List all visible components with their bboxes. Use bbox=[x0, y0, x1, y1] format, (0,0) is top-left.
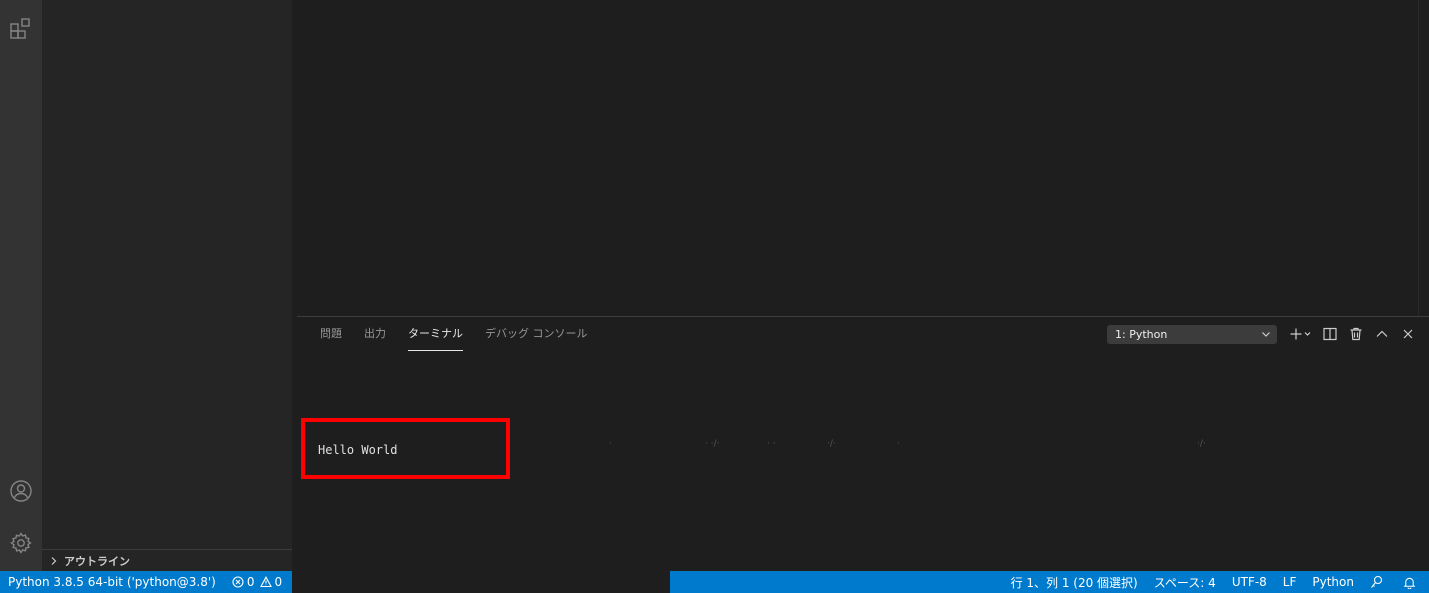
plus-icon bbox=[1290, 328, 1311, 340]
python-interpreter-status[interactable]: Python 3.8.5 64-bit ('python@3.8') bbox=[0, 571, 224, 593]
terminal-select[interactable]: 1: Python bbox=[1107, 324, 1277, 344]
language-mode-status[interactable]: Python bbox=[1304, 571, 1362, 593]
panel-tabs: 問題 出力 ターミナル デバッグ コンソール bbox=[309, 317, 599, 351]
tab-terminal[interactable]: ターミナル bbox=[397, 317, 474, 351]
encoding-status[interactable]: UTF-8 bbox=[1224, 571, 1275, 593]
new-terminal-button[interactable] bbox=[1285, 323, 1317, 345]
panel-actions: 1: Python bbox=[1107, 317, 1421, 351]
tab-problems[interactable]: 問題 bbox=[309, 317, 353, 351]
cursor-position-status[interactable]: 行 1、列 1 (20 個選択) bbox=[1003, 571, 1146, 593]
error-count: 0 bbox=[246, 575, 255, 589]
editor-area[interactable] bbox=[297, 0, 1429, 316]
sidebar: アウトライン bbox=[42, 0, 292, 571]
warning-count: 0 bbox=[274, 575, 283, 589]
status-bar-gap bbox=[292, 571, 670, 593]
terminal-artifact: · ·/· bbox=[705, 439, 720, 449]
activity-bar bbox=[0, 0, 42, 571]
close-panel-button[interactable] bbox=[1395, 323, 1421, 345]
problems-status[interactable]: 0 0 bbox=[224, 571, 290, 593]
chevron-right-icon bbox=[46, 553, 62, 569]
terminal-artifact: ·/· bbox=[827, 439, 836, 449]
status-bar: Python 3.8.5 64-bit ('python@3.8') 0 0 行… bbox=[0, 571, 1429, 593]
split-terminal-button[interactable] bbox=[1317, 323, 1343, 345]
bell-icon bbox=[1403, 577, 1416, 589]
tab-output[interactable]: 出力 bbox=[353, 317, 397, 351]
chevron-down-icon bbox=[1262, 332, 1270, 337]
eol-status[interactable]: LF bbox=[1275, 571, 1305, 593]
maximize-panel-button[interactable] bbox=[1369, 323, 1395, 345]
error-icon bbox=[232, 576, 244, 588]
split-icon bbox=[1323, 327, 1337, 341]
warning-icon bbox=[259, 576, 272, 588]
terminal-artifact: · · bbox=[767, 439, 776, 449]
terminal-artifact: ·/· bbox=[1197, 439, 1206, 449]
panel: 問題 出力 ターミナル デバッグ コンソール 1: Python · · ·/·… bbox=[297, 316, 1429, 571]
account-icon[interactable] bbox=[0, 471, 42, 511]
notifications-button[interactable] bbox=[1395, 571, 1421, 593]
feedback-button[interactable] bbox=[1362, 571, 1395, 593]
outline-section-header[interactable]: アウトライン bbox=[42, 549, 292, 571]
editor-scrollbar bbox=[1418, 0, 1419, 316]
indentation-status[interactable]: スペース: 4 bbox=[1146, 571, 1224, 593]
chevron-up-icon bbox=[1376, 330, 1388, 337]
terminal-artifact: · bbox=[609, 439, 612, 449]
status-bar-right: 行 1、列 1 (20 個選択) スペース: 4 UTF-8 LF Python bbox=[670, 571, 1429, 593]
terminal-select-value: 1: Python bbox=[1115, 327, 1168, 341]
terminal-body[interactable]: · · ·/· · · ·/· · ·/· Hello World bbox=[297, 351, 1429, 572]
highlight-annotation-box bbox=[301, 418, 510, 479]
outline-label: アウトライン bbox=[64, 554, 130, 568]
feedback-icon bbox=[1371, 575, 1383, 588]
extensions-icon[interactable] bbox=[0, 9, 42, 49]
terminal-artifact: · bbox=[897, 439, 900, 449]
close-icon bbox=[1403, 329, 1413, 339]
status-bar-left: Python 3.8.5 64-bit ('python@3.8') 0 0 bbox=[0, 571, 292, 593]
kill-terminal-button[interactable] bbox=[1343, 323, 1369, 345]
tab-debug-console[interactable]: デバッグ コンソール bbox=[474, 317, 599, 351]
trash-icon bbox=[1350, 327, 1362, 341]
gear-icon[interactable] bbox=[0, 523, 42, 563]
